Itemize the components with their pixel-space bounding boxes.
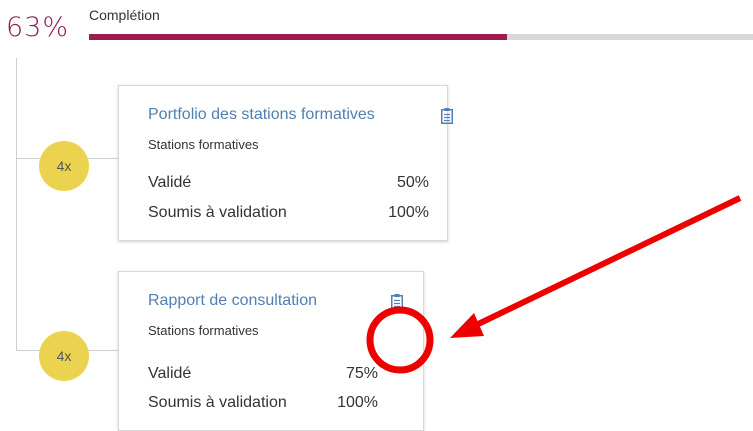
- annotation-arrow-line: [470, 195, 742, 330]
- annotation-arrowhead: [450, 313, 484, 338]
- annotation-overlay: [366, 195, 742, 374]
- annotation-circle: [366, 306, 434, 374]
